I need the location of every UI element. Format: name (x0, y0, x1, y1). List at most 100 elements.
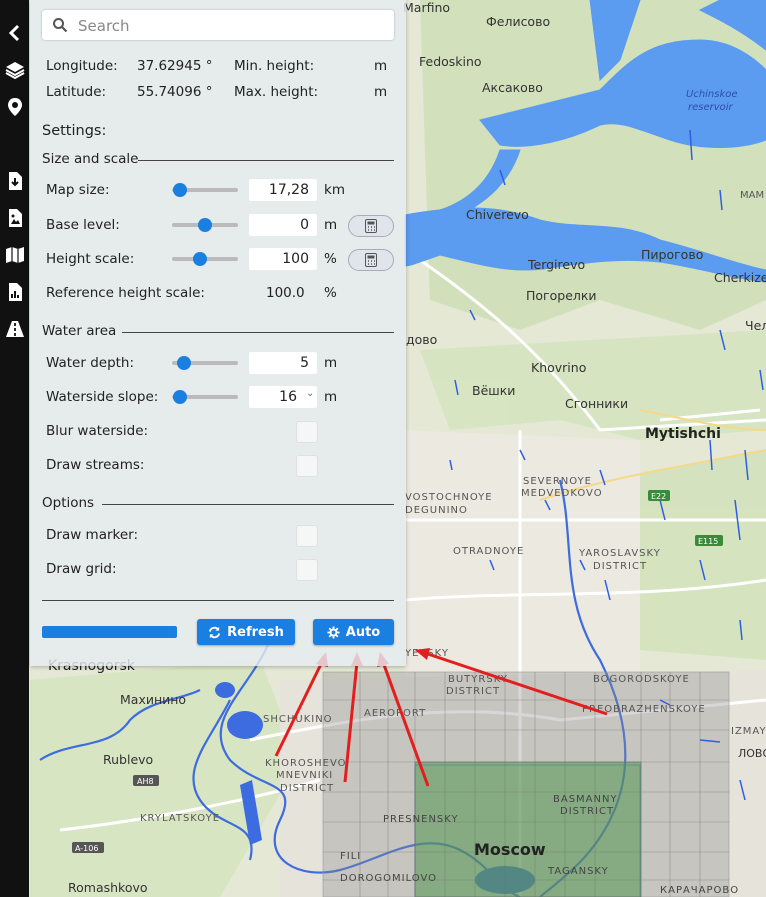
search-box[interactable] (42, 10, 394, 40)
stepper-icon[interactable]: ⌄ (306, 388, 314, 399)
height-scale-calc-button[interactable] (348, 249, 394, 271)
map-label-krylatskoye: KRYLATSKOYE (140, 813, 220, 824)
heightmap-export-button[interactable] (0, 205, 29, 231)
draw-streams-checkbox[interactable] (296, 455, 318, 477)
max-height-unit: m (374, 84, 388, 100)
map-label-dorogomilovo: DOROGOMILOVO (340, 873, 437, 884)
map-label-moscow: Moscow (474, 840, 546, 859)
refresh-label: Refresh (227, 624, 284, 640)
map-label-aksakovo: Аксаково (482, 80, 543, 95)
map-label-pirogovo: Пирогово (641, 247, 703, 262)
map-label-yaroslavsky-district: DISTRICT (593, 561, 647, 572)
base-level-label: Base level: (46, 217, 120, 233)
longitude-label: Longitude: (46, 58, 118, 74)
model-export-button[interactable] (0, 279, 29, 305)
map-label-khoroshevo: KHOROSHEVO (265, 758, 347, 769)
layers-button[interactable] (0, 57, 29, 83)
map-label-reservoir: reservoir (688, 102, 734, 113)
map-label-medvedkovo: MEDVEDKOVO (521, 488, 603, 499)
map-label-tergirevo: Tergirevo (527, 257, 585, 272)
map-label-chel: Чел (745, 318, 766, 333)
map-label-shchukino: SHCHUKINO (263, 714, 333, 725)
blur-waterside-label: Blur waterside: (46, 423, 149, 439)
map-size-slider[interactable] (172, 183, 238, 197)
slider-knob[interactable] (172, 390, 187, 404)
road-shield-e22: E22 (651, 492, 666, 501)
map-size-input[interactable]: 17,28 (249, 179, 317, 201)
draw-marker-checkbox[interactable] (296, 525, 318, 547)
search-input[interactable] (76, 14, 380, 38)
chevron-left-icon (8, 24, 19, 42)
height-scale-slider[interactable] (172, 252, 238, 266)
map-label-pogorelki: Погорелки (526, 288, 597, 303)
map-label-mnevniki: MNEVNIKI (276, 770, 333, 781)
slider-knob[interactable] (172, 183, 187, 197)
progress-fill (42, 626, 177, 638)
map-label-karacharovo: КАРАЧАРОВО (660, 885, 739, 896)
waterside-slope-value: 16 (279, 389, 297, 405)
map-label-fili: FILI (340, 851, 361, 862)
map-label-otradnoye: OTRADNOYE (453, 546, 524, 557)
download-button[interactable] (0, 168, 29, 194)
map-label-lovo: ЛОВО (738, 747, 766, 760)
section-divider (138, 160, 394, 161)
map-label-presnensky: PRESNENSKY (383, 814, 459, 825)
min-height-label: Min. height: (234, 58, 315, 74)
road-shield-e115: E115 (698, 537, 718, 546)
map-label-khoroshevo-district: DISTRICT (280, 783, 334, 794)
water-depth-unit: m (324, 355, 338, 371)
refresh-icon (209, 626, 221, 638)
water-depth-label: Water depth: (46, 355, 135, 371)
height-scale-input[interactable]: 100 (249, 248, 317, 270)
road-shield-a106: A-106 (75, 844, 98, 853)
draw-grid-checkbox[interactable] (296, 559, 318, 581)
map-label-degunino: DEGUNINO (405, 505, 468, 516)
water-area-title: Water area (42, 323, 117, 339)
map-label-sgonniki: Сгонники (565, 396, 628, 411)
slider-knob[interactable] (198, 218, 212, 232)
map-label-basmanny: BASMANNY (553, 794, 618, 805)
map-label-aeroport: AEROPORT (364, 708, 426, 719)
refresh-button[interactable]: Refresh (197, 619, 295, 645)
draw-streams-label: Draw streams: (46, 457, 145, 473)
map-size-unit: km (324, 182, 345, 198)
waterside-slope-slider[interactable] (172, 390, 238, 404)
reference-height-unit: % (324, 285, 337, 301)
map-label-tagansky: TAGANSKY (547, 866, 609, 877)
height-scale-unit: % (324, 251, 337, 267)
options-title: Options (42, 495, 95, 511)
base-level-input[interactable]: 0 (249, 214, 317, 236)
reference-height-value: 100.0 (266, 285, 305, 301)
blur-waterside-checkbox[interactable] (296, 421, 318, 443)
map-label-rublevo: Rublevo (103, 752, 153, 767)
base-level-calc-button[interactable] (348, 215, 394, 237)
map-export-button[interactable] (0, 242, 29, 268)
max-height-label: Max. height: (234, 84, 319, 100)
panel-divider (42, 600, 394, 601)
slider-knob[interactable] (192, 252, 207, 266)
file-download-icon (8, 172, 22, 190)
road-shield-ah8: AH8 (137, 777, 154, 786)
slider-knob[interactable] (176, 356, 191, 370)
size-scale-title: Size and scale (42, 151, 139, 167)
map-icon (5, 247, 24, 263)
settings-panel: Longitude: 37.62945 ° Min. height: m Lat… (30, 0, 406, 666)
base-level-slider[interactable] (172, 218, 238, 232)
search-icon (53, 18, 68, 33)
map-label-vyoshki: Вёшки (472, 383, 515, 398)
map-marker-icon (7, 98, 22, 116)
water-depth-slider[interactable] (172, 356, 238, 370)
collapse-panel-button[interactable] (0, 20, 29, 46)
map-label-cherkize: Cherkize (714, 270, 766, 285)
auto-button[interactable]: Auto (313, 619, 394, 645)
base-level-unit: m (324, 217, 338, 233)
map-size-label: Map size: (46, 182, 110, 198)
map-label-romashkovo: Romashkovo (68, 880, 148, 895)
map-label-izmaylovo: IZMAYL (731, 726, 766, 737)
map-label-dovo: дово (406, 332, 437, 347)
road-button[interactable] (0, 316, 29, 342)
marker-button[interactable] (0, 94, 29, 120)
map-label-felisovo: Фелисово (486, 14, 550, 29)
water-depth-input[interactable]: 5 (249, 352, 317, 374)
auto-label: Auto (345, 624, 381, 640)
